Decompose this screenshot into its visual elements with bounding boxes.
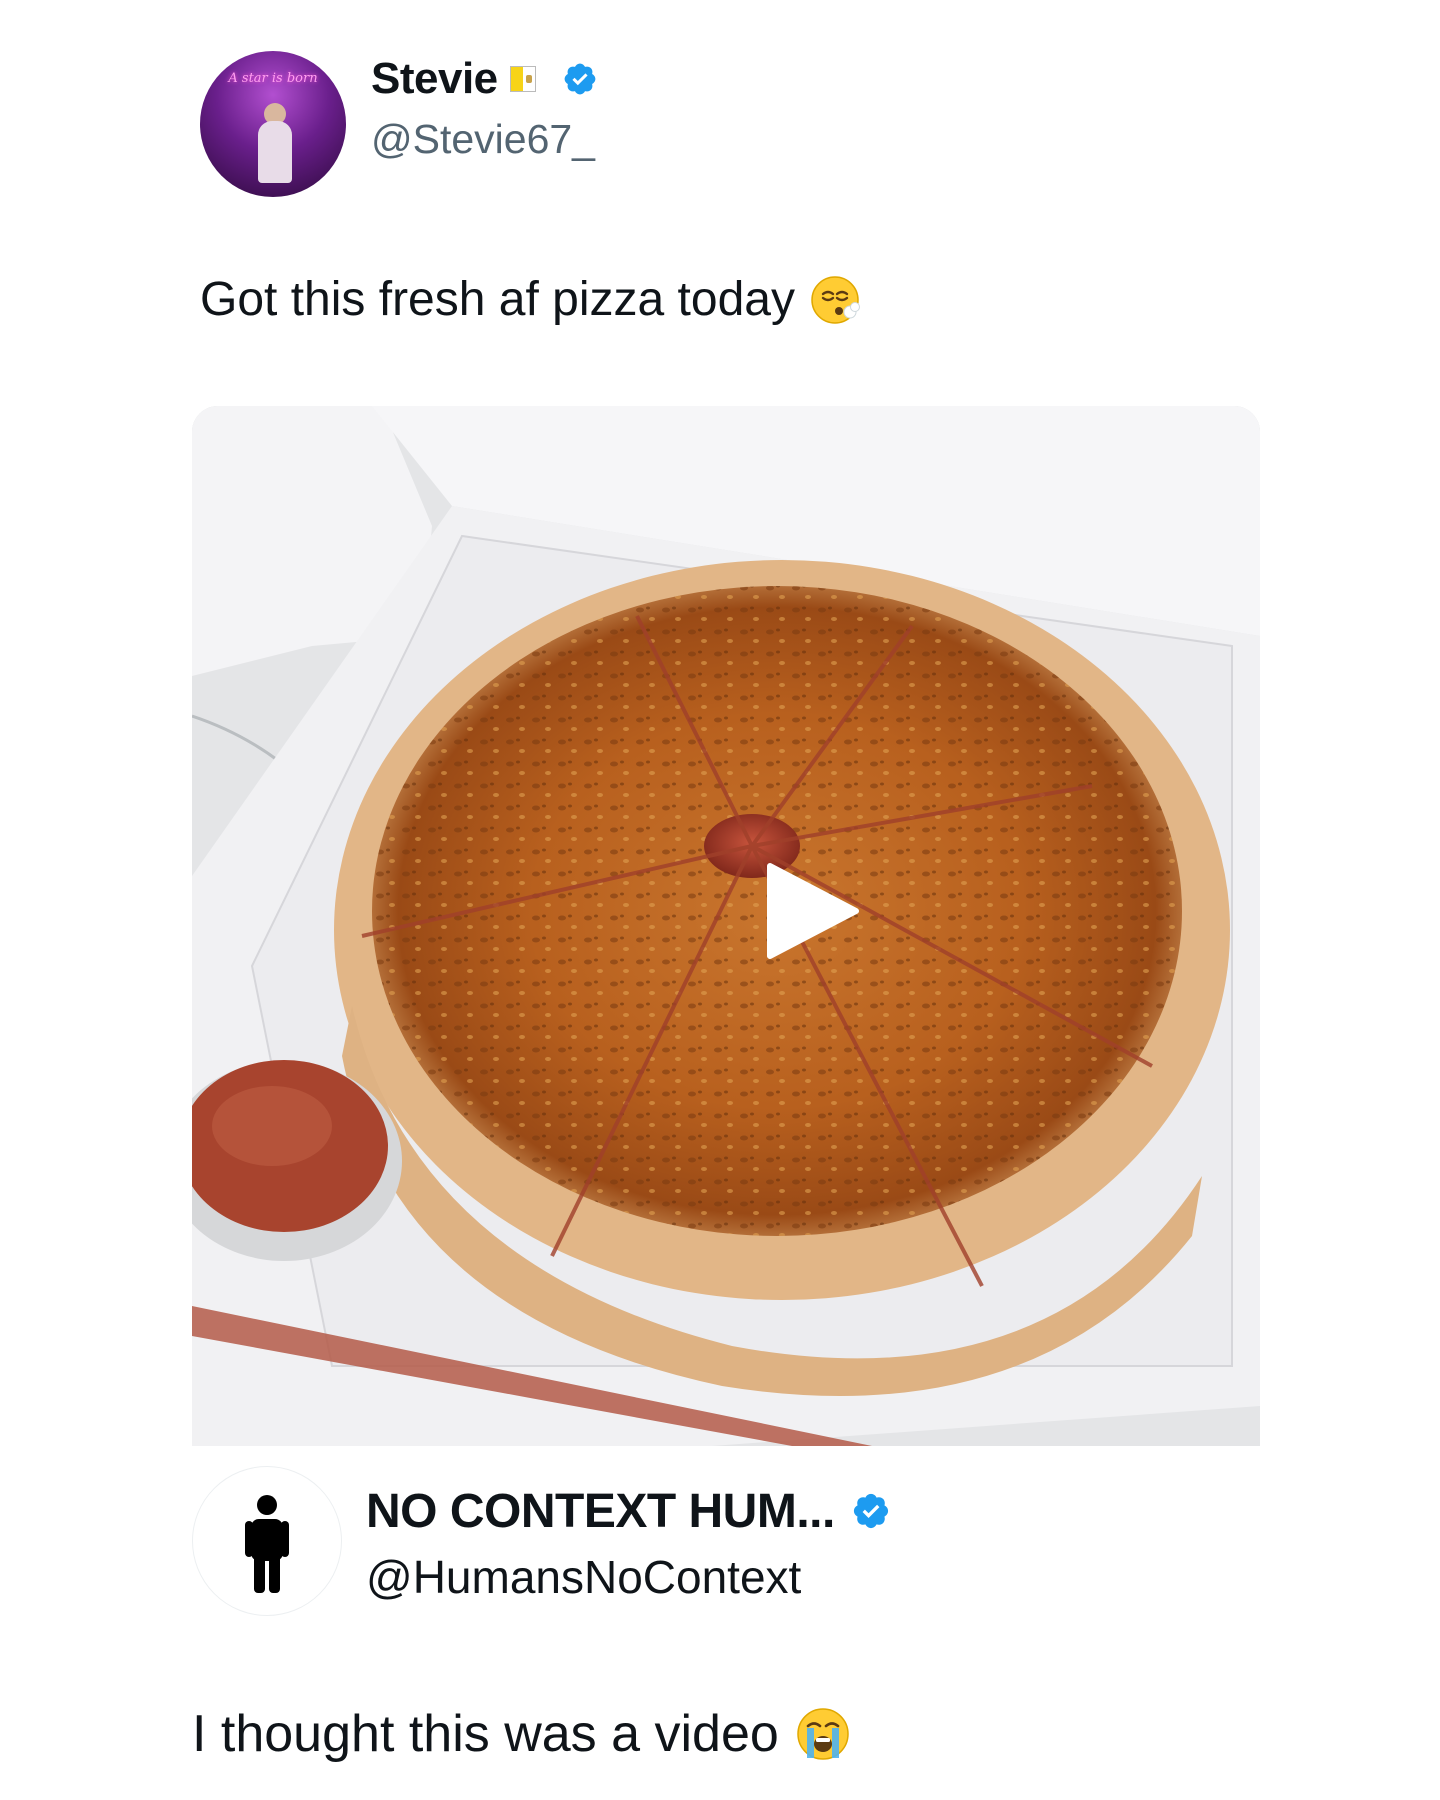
quote-tweet-text-content: I thought this was a video — [192, 1705, 779, 1763]
quote-author-avatar[interactable] — [192, 1466, 342, 1616]
author-avatar[interactable]: A star is born — [200, 51, 346, 197]
verified-badge-icon — [853, 1493, 888, 1529]
author-display-name[interactable]: Stevie — [371, 54, 498, 104]
author-name-row: Stevie — [371, 54, 598, 104]
vatican-flag-icon — [509, 66, 536, 92]
tweet-text: Got this fresh af pizza today — [200, 272, 861, 327]
loudly-crying-face-emoji — [797, 1708, 849, 1760]
avatar-neon-sign: A star is born — [228, 71, 318, 86]
tweet-text-content: Got this fresh af pizza today — [200, 273, 795, 326]
pizza-photo — [192, 406, 1260, 1446]
avatar-person-body — [258, 121, 292, 183]
verified-badge-icon — [564, 63, 596, 95]
quote-author-handle[interactable]: @HumansNoContext — [366, 1550, 801, 1604]
quote-author-name-row: NO CONTEXT HUM... — [366, 1483, 891, 1539]
standing-person-icon — [245, 1495, 289, 1593]
quote-tweet-text: I thought this was a video — [192, 1704, 851, 1764]
quote-author-display-name[interactable]: NO CONTEXT HUM... — [366, 1484, 835, 1539]
face-exhaling-emoji — [811, 275, 860, 324]
play-icon[interactable] — [758, 856, 868, 966]
author-handle[interactable]: @Stevie67_ — [371, 116, 595, 163]
tweet-media-image[interactable] — [192, 406, 1260, 1446]
